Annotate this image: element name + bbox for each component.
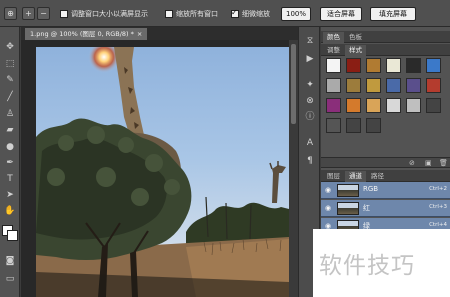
clone-source-panel-icon[interactable]: ⊗ [303, 95, 317, 108]
style-swatch[interactable] [346, 58, 361, 73]
scrubby-zoom-label: 细微缩放 [242, 10, 270, 18]
scrollbar-thumb[interactable] [291, 44, 296, 124]
style-swatch[interactable] [366, 118, 381, 133]
tab-paths[interactable]: 路径 [367, 171, 388, 182]
styles-panel-footer: ⊘ ▣ 🗑 [321, 157, 450, 168]
style-swatch[interactable] [406, 78, 421, 93]
resize-windows-checkbox[interactable] [60, 10, 68, 18]
actual-pixels-button[interactable]: 100% [281, 7, 311, 21]
giraffe-savanna-photo [36, 47, 289, 297]
dodge-tool-icon[interactable]: ● [3, 141, 17, 154]
zoom-in-icon[interactable]: + [22, 7, 35, 20]
style-panel-tabs: 调整 样式 [321, 44, 450, 56]
hand-tool-icon[interactable]: ✋ [3, 205, 17, 218]
color-panel-tabs: 颜色 色板 [321, 31, 450, 43]
resize-windows-label: 调整窗口大小以满屏显示 [71, 10, 148, 18]
style-swatch[interactable] [366, 58, 381, 73]
channel-shortcut: Ctrl+2 [429, 186, 447, 192]
vertical-scrollbar[interactable] [289, 40, 298, 297]
zoom-out-icon[interactable]: − [37, 7, 50, 20]
photo-image [36, 47, 289, 297]
channel-row-rgb[interactable]: ◉ RGB Ctrl+2 [321, 182, 450, 199]
character-panel-icon[interactable]: A [303, 137, 317, 150]
tab-layers[interactable]: 图层 [323, 171, 344, 182]
tab-channels[interactable]: 通道 [345, 171, 366, 182]
style-swatch[interactable] [366, 98, 381, 113]
delete-style-icon[interactable]: 🗑 [439, 158, 448, 168]
zoom-all-windows-label: 缩放所有窗口 [176, 10, 218, 18]
style-swatch[interactable] [326, 98, 341, 113]
style-swatch[interactable] [386, 58, 401, 73]
pen-tool-icon[interactable]: ✒ [3, 157, 17, 170]
eyedropper-tool-icon[interactable]: ✎ [3, 74, 17, 87]
watermark-box: 软件技巧 [313, 229, 450, 297]
style-swatch[interactable] [346, 78, 361, 93]
eraser-tool-icon[interactable]: ▰ [3, 124, 17, 137]
info-panel-icon[interactable]: ⓘ [303, 111, 317, 124]
document-tab-title: 1.png @ 100% (图层 0, RGB/8) * [30, 30, 134, 38]
style-swatch[interactable] [326, 78, 341, 93]
zoom-tool-preset-icon[interactable]: ⊕ [4, 7, 17, 20]
style-swatch[interactable] [426, 58, 441, 73]
channel-shortcut: Ctrl+3 [429, 204, 447, 210]
brush-tool-icon[interactable]: ╱ [3, 91, 17, 104]
marquee-tool-icon[interactable]: ⬚ [3, 58, 17, 71]
eye-icon[interactable]: ◉ [325, 204, 331, 212]
screen-mode-icon[interactable]: ▭ [3, 273, 17, 286]
zoom-all-windows-checkbox[interactable] [165, 10, 173, 18]
brush-panel-icon[interactable]: ✦ [303, 79, 317, 92]
style-swatch[interactable] [406, 58, 421, 73]
toolbox: ✥ ⬚ ✎ ╱ ♙ ▰ ● ✒ T ➤ ✋ ◙ ▭ [0, 27, 20, 297]
scrubby-zoom-checkbox[interactable] [231, 8, 239, 18]
fit-screen-button[interactable]: 适合屏幕 [320, 7, 362, 21]
close-icon[interactable]: × [137, 30, 142, 38]
tab-adjustments[interactable]: 调整 [323, 45, 344, 56]
quick-mask-icon[interactable]: ◙ [3, 255, 17, 268]
options-bar: ⊕ + − 调整窗口大小以满屏显示 缩放所有窗口 细微缩放 100% 适合屏幕 … [0, 0, 450, 27]
channel-row-red[interactable]: ◉ 红 Ctrl+3 [321, 200, 450, 217]
style-swatch[interactable] [326, 118, 341, 133]
style-swatch[interactable] [366, 78, 381, 93]
layers-panel-tabs: 图层 通道 路径 [321, 170, 450, 182]
watermark-text: 软件技巧 [319, 253, 415, 279]
no-style-icon[interactable]: ⊘ [409, 158, 415, 168]
document-tab-bar: 1.png @ 100% (图层 0, RGB/8) * × [21, 27, 298, 40]
style-swatch[interactable] [326, 58, 341, 73]
path-selection-tool-icon[interactable]: ➤ [3, 189, 17, 202]
tab-styles[interactable]: 样式 [345, 45, 366, 56]
style-swatch[interactable] [346, 118, 361, 133]
clone-stamp-tool-icon[interactable]: ♙ [3, 108, 17, 121]
document-tab[interactable]: 1.png @ 100% (图层 0, RGB/8) * × [25, 28, 148, 40]
actions-panel-icon[interactable]: ▶ [303, 53, 317, 66]
style-swatch[interactable] [426, 98, 441, 113]
style-swatch[interactable] [386, 78, 401, 93]
channel-name: 红 [363, 204, 370, 212]
style-swatch[interactable] [406, 98, 421, 113]
channel-thumbnail [337, 184, 359, 197]
paragraph-panel-icon[interactable]: ¶ [303, 155, 317, 168]
history-panel-icon[interactable]: ⧖ [303, 35, 317, 48]
style-swatch[interactable] [346, 98, 361, 113]
eye-icon[interactable]: ◉ [325, 186, 331, 194]
tab-color[interactable]: 颜色 [323, 32, 344, 43]
type-tool-icon[interactable]: T [3, 173, 17, 186]
move-tool-icon[interactable]: ✥ [3, 41, 17, 54]
background-color-swatch[interactable] [7, 230, 18, 241]
tab-swatches[interactable]: 色板 [345, 32, 366, 43]
channel-shortcut: Ctrl+4 [429, 222, 447, 228]
new-style-icon[interactable]: ▣ [425, 158, 432, 168]
channel-name: RGB [363, 185, 379, 193]
style-swatch[interactable] [426, 78, 441, 93]
style-swatch[interactable] [386, 98, 401, 113]
canvas-area[interactable] [21, 40, 289, 297]
channel-thumbnail [337, 202, 359, 215]
fill-screen-button[interactable]: 填充屏幕 [370, 7, 416, 21]
